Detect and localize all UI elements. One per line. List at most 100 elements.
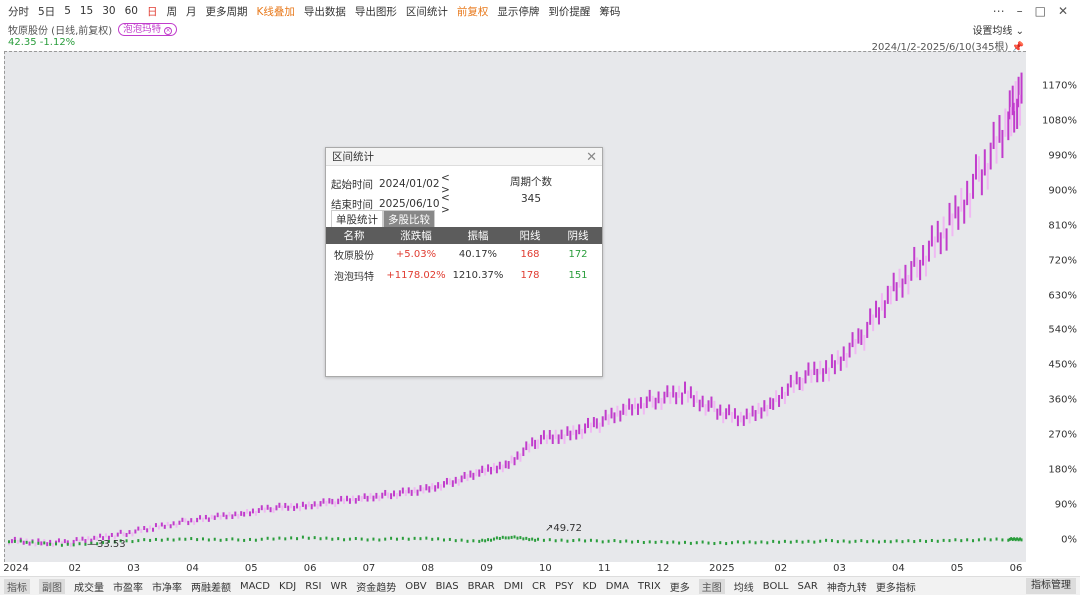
end-arrows[interactable]: < >	[441, 192, 461, 216]
candle-mark	[166, 521, 169, 526]
candle-mark	[704, 404, 707, 416]
candle-mark	[513, 457, 516, 466]
candle-mark	[927, 240, 930, 262]
candle-mark	[722, 412, 725, 424]
candle-mark	[969, 193, 972, 218]
indicator-tab[interactable]: 指标	[4, 578, 30, 594]
close-badge-icon[interactable]: ×	[164, 26, 173, 35]
indicator-fund[interactable]: 资金趋势	[356, 579, 396, 594]
candle-mark	[892, 272, 895, 292]
close-icon[interactable]: ✕	[586, 150, 597, 165]
candle-mark	[701, 540, 704, 544]
candle-mark	[287, 505, 290, 511]
candle-mark	[366, 538, 369, 542]
indicator-dma[interactable]: DMA	[606, 581, 629, 592]
toolbar-item[interactable]: 30	[102, 5, 115, 17]
indicator-pe[interactable]: 市盈率	[113, 579, 143, 594]
candle-mark	[904, 264, 907, 285]
indicator-kd[interactable]: KD	[582, 581, 596, 592]
minimize-icon[interactable]: –	[1017, 4, 1023, 18]
toolbar-item[interactable]: 显示停牌	[497, 4, 539, 19]
toolbar-item[interactable]: 5	[64, 5, 71, 17]
candle-mark	[519, 453, 522, 462]
candle-mark	[331, 537, 334, 541]
candle-mark	[366, 495, 369, 502]
candle-mark	[395, 537, 398, 541]
candle-mark	[290, 536, 293, 540]
table-row[interactable]: 泡泡玛特 +1178.02% 1210.37% 178 151	[326, 265, 602, 286]
indicator-more[interactable]: 更多	[670, 579, 690, 594]
toolbar-item[interactable]: K线叠加	[257, 4, 295, 19]
toolbar-item[interactable]: 导出数据	[304, 4, 346, 19]
candle-mark	[560, 538, 563, 542]
toolbar-item[interactable]: 前复权	[457, 4, 489, 19]
indicator-rsi[interactable]: RSI	[305, 581, 321, 592]
close-icon[interactable]: ✕	[1058, 4, 1068, 18]
toolbar-item[interactable]: 导出图形	[355, 4, 397, 19]
maximize-icon[interactable]: □	[1035, 4, 1046, 18]
main-chart-tab[interactable]: 主图	[698, 578, 725, 594]
candle-mark	[428, 486, 431, 493]
table-row[interactable]: 牧原股份 +5.03% 40.17% 168 172	[326, 244, 602, 265]
toolbar-item[interactable]: 日	[147, 4, 158, 19]
x-tick-label: 03	[833, 563, 846, 574]
candle-mark	[775, 390, 778, 403]
candle-mark	[534, 439, 537, 449]
candle-mark	[293, 505, 296, 511]
indicator-magic9[interactable]: 神奇九转	[827, 579, 867, 594]
candle-mark	[498, 461, 501, 470]
candle-mark	[463, 471, 466, 479]
candle-mark	[72, 543, 75, 547]
candle-mark	[152, 527, 155, 532]
candle-mark	[219, 515, 222, 520]
toolbar-item[interactable]: 到价提醒	[548, 4, 590, 19]
sub-chart-tab[interactable]: 副图	[39, 578, 65, 594]
indicator-obv[interactable]: OBV	[405, 581, 426, 592]
settings-average-button[interactable]: 设置均线 ⌄	[972, 22, 1024, 37]
indicator-wr[interactable]: WR	[330, 581, 347, 592]
indicator-more2[interactable]: 更多指标	[876, 579, 916, 594]
candle-mark	[757, 402, 760, 414]
indicator-boll[interactable]: BOLL	[763, 581, 789, 592]
candle-mark	[960, 539, 963, 543]
candle-mark	[681, 392, 684, 405]
indicator-manage-button[interactable]: 指标管理	[1026, 578, 1076, 594]
overlay-badge[interactable]: 泡泡玛特 ×	[118, 22, 178, 36]
toolbar-item[interactable]: 15	[80, 5, 93, 17]
candle-mark	[178, 520, 181, 525]
toolbar-item[interactable]: 更多周期	[206, 4, 248, 19]
indicator-pb[interactable]: 市净率	[152, 579, 182, 594]
candle-mark	[598, 422, 601, 433]
toolbar-item[interactable]: 周	[167, 4, 178, 19]
indicator-cr[interactable]: CR	[532, 581, 546, 592]
candle-mark	[948, 202, 951, 226]
toolbar-item[interactable]: 区间统计	[406, 4, 448, 19]
candle-mark	[360, 537, 363, 541]
candle-mark	[372, 537, 375, 541]
x-axis: 2024 02 03 04 05 06 07 08 09 10 11 12 2025 02 03 04 05 06	[0, 562, 1080, 576]
candle-mark	[272, 537, 275, 541]
candle-mark	[251, 508, 254, 514]
candle-mark	[625, 404, 628, 416]
x-tick-label: 11	[597, 563, 611, 574]
toolbar-item[interactable]: 分时	[8, 4, 29, 19]
more-icon[interactable]: ⋯	[993, 4, 1005, 18]
indicator-volume[interactable]: 成交量	[74, 579, 104, 594]
candle-mark	[137, 526, 140, 531]
candle-mark	[475, 469, 478, 477]
indicator-macd[interactable]: MACD	[240, 581, 270, 592]
toolbar-item[interactable]: 筹码	[599, 4, 620, 19]
toolbar-item[interactable]: 5日	[38, 4, 55, 19]
indicator-psy[interactable]: PSY	[555, 581, 574, 592]
indicator-trix[interactable]: TRIX	[638, 581, 661, 592]
candle-mark	[842, 346, 845, 361]
indicator-sar[interactable]: SAR	[797, 581, 817, 592]
toolbar-item[interactable]: 60	[125, 5, 138, 17]
toolbar-item[interactable]: 月	[186, 4, 197, 19]
indicator-kdj[interactable]: KDJ	[279, 581, 296, 592]
indicator-bias[interactable]: BIAS	[436, 581, 459, 592]
indicator-margin[interactable]: 两融差额	[191, 579, 231, 594]
indicator-ma[interactable]: 均线	[734, 579, 754, 594]
indicator-dmi[interactable]: DMI	[504, 581, 523, 592]
indicator-brar[interactable]: BRAR	[468, 581, 495, 592]
